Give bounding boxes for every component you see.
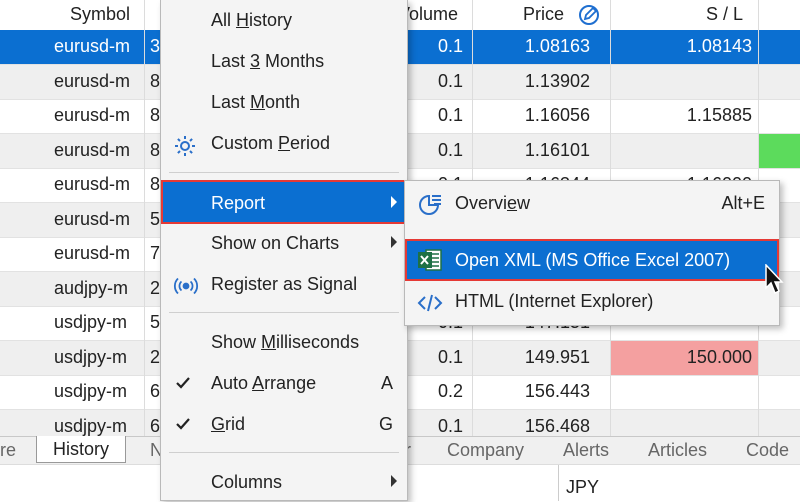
menu-item-columns[interactable]: Columns [161,464,407,502]
submenu-arrow-icon [391,475,397,487]
menu-item-grid[interactable]: Grid G [161,406,407,444]
cell-time: 6 [150,381,161,401]
cell-price: 1.13902 [524,70,590,91]
broadcast-icon [173,275,198,297]
mouse-cursor-icon [764,263,784,296]
cell-price: 1.08163 [524,36,590,56]
submenu-arrow-icon [391,196,397,208]
history-context-menu: All History Last 3 Months Last Month Cus… [160,0,408,501]
menu-item-show-milliseconds[interactable]: Show Milliseconds [161,324,407,362]
menu-label: Overview [455,193,531,213]
cell-price: 156.468 [524,415,590,436]
report-chart-icon [417,193,441,215]
profit-highlight [758,133,800,168]
submenu-arrow-icon [391,236,397,248]
status-currency: JPY [566,477,600,497]
cell-price: 1.16101 [524,139,590,160]
menu-item-report[interactable]: Report [161,180,407,224]
cell-time: 3 [150,36,161,56]
menu-label: HTML (Internet Explorer) [455,291,654,311]
cell-time: 8 [150,105,161,125]
menu-item-register-as-signal[interactable]: Register as Signal [161,266,407,304]
cell-volume: 0.1 [438,36,464,56]
tab-history[interactable]: History [36,436,127,463]
cell-sl: 1.08143 [686,36,752,56]
excel-icon [417,248,442,271]
cell-time: 5 [150,208,161,229]
cell-symbol: eurusd-m [54,105,131,125]
menu-label: Grid [211,414,246,434]
cell-volume: 0.1 [438,70,464,91]
cell-symbol: eurusd-m [54,70,131,91]
menu-label: All History [211,10,293,30]
cell-time: 6 [150,415,161,436]
menu-item-show-on-charts[interactable]: Show on Charts [161,225,407,263]
cell-time: 8 [150,174,161,194]
menu-label: Auto Arrange [211,373,317,393]
menu-label: Open XML (MS Office Excel 2007) [455,250,731,270]
cell-volume: 0.1 [438,346,464,367]
cell-sl: 150.000 [686,346,752,367]
check-icon [175,375,199,397]
cell-symbol: eurusd-m [54,208,131,229]
cell-symbol: eurusd-m [54,36,131,56]
cell-price: 1.16056 [524,105,590,125]
cell-volume: 0.1 [438,139,464,160]
cell-volume: 0.2 [438,381,464,401]
column-header-symbol[interactable]: Symbol [70,4,130,25]
code-icon [417,292,443,314]
menu-label: Columns [211,472,283,492]
edit-icon[interactable] [578,4,600,26]
cell-sl: 1.15885 [686,105,752,125]
tab-articles[interactable]: Articles [648,440,707,461]
cell-time: 5 [150,312,161,332]
menu-label: Report [211,193,266,213]
cell-symbol: usdjpy-m [54,381,128,401]
menu-item-last-month[interactable]: Last Month [161,84,407,122]
cell-volume: 0.1 [438,105,464,125]
menu-label: Show Milliseconds [211,332,360,352]
shortcut-label: G [378,414,393,434]
menu-item-all-history[interactable]: All History [161,2,407,40]
cell-symbol: usdjpy-m [54,415,128,436]
cell-time: 2 [150,346,161,367]
cell-time: 8 [150,139,161,160]
menu-item-auto-arrange[interactable]: Auto Arrange A [161,365,407,403]
menu-item-overview[interactable]: Overview Alt+E [405,185,779,225]
menu-item-custom-period[interactable]: Custom Period [161,125,407,163]
gear-icon [173,134,197,156]
tab-company[interactable]: Company [447,440,524,461]
cell-volume: 0.1 [438,415,464,436]
cell-time: 7 [150,243,161,263]
shortcut-label: Alt+E [721,193,765,213]
menu-label: Show on Charts [211,233,340,253]
menu-label: Custom Period [211,133,331,153]
tab-trade[interactable]: re [0,440,16,461]
report-submenu: Overview Alt+E Open XML (MS Office Excel… [404,180,780,326]
column-header-price[interactable]: Price [523,4,564,25]
cell-price: 156.443 [524,381,590,401]
tab-alerts[interactable]: Alerts [563,440,609,461]
column-header-sl[interactable]: S / L [706,4,743,25]
cell-symbol: eurusd-m [54,139,131,160]
menu-label: Register as Signal [211,274,358,294]
cell-time: 2 [150,277,161,298]
cell-symbol: audjpy-m [54,277,129,298]
check-icon [175,416,199,438]
shortcut-label: A [380,373,393,393]
menu-item-last-3-months[interactable]: Last 3 Months [161,43,407,81]
menu-item-open-xml[interactable]: Open XML (MS Office Excel 2007) [405,239,779,281]
cell-symbol: usdjpy-m [54,346,128,367]
cell-symbol: eurusd-m [54,243,131,263]
cell-price: 149.951 [524,346,590,367]
cell-symbol: eurusd-m [54,174,131,194]
cell-time: 8 [150,70,161,91]
menu-label: Last 3 Months [211,51,325,71]
menu-item-html[interactable]: HTML (Internet Explorer) [405,283,779,323]
cell-symbol: usdjpy-m [54,312,128,332]
menu-label: Last Month [211,92,301,112]
